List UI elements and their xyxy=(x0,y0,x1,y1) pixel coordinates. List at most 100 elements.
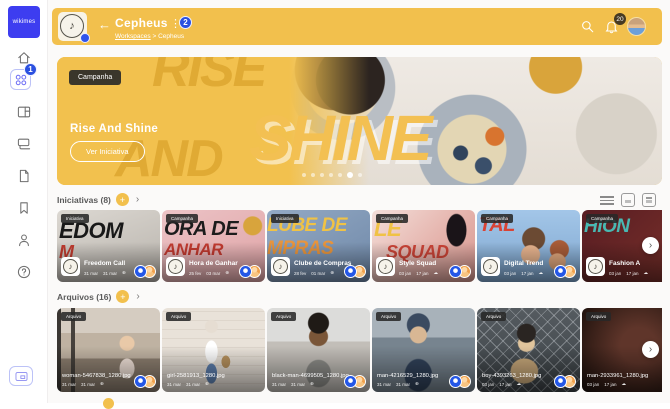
visibility-icon: ☁ xyxy=(644,270,649,276)
file-name: girl-2581913_1280.jpg xyxy=(167,373,225,379)
card-type-badge: Arquivo xyxy=(586,312,611,321)
initiative-card[interactable]: EDOM M Iniciativa ♪ Freedom Call 31 mar3… xyxy=(57,210,160,282)
initiatives-expand-chevron-icon[interactable]: › xyxy=(136,194,139,205)
pagination-dot xyxy=(103,398,114,409)
initiative-dates: 03 jan17 jan☁ xyxy=(504,270,543,276)
document-icon xyxy=(16,168,32,184)
hero-banner[interactable]: RISE AND SHINE Campanha Rise And Shine V… xyxy=(57,57,662,185)
file-dates: 31 mar31 mar⊕ xyxy=(62,381,104,387)
visibility-icon: ⊕ xyxy=(415,381,419,387)
top-header: ♪ ← Cepheus ⋮ 2 Workspaces > Cepheus 20 xyxy=(52,8,662,45)
card-type-badge: Arquivo xyxy=(481,312,506,321)
carousel-dot[interactable] xyxy=(329,173,333,177)
hero-watermark-rise: RISE xyxy=(152,57,265,99)
profile-icon xyxy=(16,232,32,248)
initiative-card[interactable]: LE SQUAD Campanha ♪ Style Squad 03 jan17… xyxy=(372,210,475,282)
card-type-badge: Campanha xyxy=(586,214,618,223)
card-type-badge: Arquivo xyxy=(61,312,86,321)
card-type-badge: Iniciativa xyxy=(61,214,89,223)
carousel-dot[interactable] xyxy=(311,173,315,177)
user-avatar[interactable] xyxy=(627,17,646,36)
sidebar-item-profile[interactable] xyxy=(13,229,35,251)
breadcrumb-current: Cepheus xyxy=(158,33,184,40)
card-type-badge: Campanha xyxy=(481,214,513,223)
file-card[interactable]: Arquivo black-man-4699505_1280.jpg 31 ma… xyxy=(267,308,370,392)
detail-view-icon[interactable] xyxy=(642,193,656,207)
add-initiative-button[interactable]: + xyxy=(116,193,129,206)
files-next-button[interactable]: › xyxy=(642,341,659,358)
card-view-icon[interactable] xyxy=(621,193,635,207)
sidebar: wikimes 1 xyxy=(0,0,48,403)
bookmark-icon xyxy=(16,200,32,216)
search-icon[interactable] xyxy=(580,19,596,35)
add-file-button[interactable]: + xyxy=(116,290,129,303)
file-dates: 03 jan17 jan☁ xyxy=(587,381,626,387)
visibility-icon: ⊕ xyxy=(225,270,229,276)
member-avatars xyxy=(554,375,576,388)
card-type-badge: Arquivo xyxy=(166,312,191,321)
avatar xyxy=(239,265,252,278)
file-name: man-2933961_1280.jpg xyxy=(587,373,648,379)
file-name: man-4216529_1280.jpg xyxy=(377,373,438,379)
back-arrow-icon[interactable]: ← xyxy=(98,17,111,32)
visibility-icon: ⊕ xyxy=(122,270,126,276)
carousel-dot[interactable] xyxy=(302,173,306,177)
carousel-dot[interactable] xyxy=(338,173,342,177)
stack-icon xyxy=(16,136,32,152)
sidebar-item-documents[interactable] xyxy=(13,165,35,187)
visibility-icon: ⊕ xyxy=(100,381,104,387)
view-initiative-button[interactable]: Ver Iniciativa xyxy=(70,141,145,162)
files-expand-chevron-icon[interactable]: › xyxy=(136,291,139,302)
list-view-icon[interactable] xyxy=(600,194,614,206)
workspace-emblem-icon: ♪ xyxy=(376,257,395,276)
initiatives-next-button[interactable]: › xyxy=(642,237,659,254)
breadcrumb-workspaces-link[interactable]: Workspaces xyxy=(115,33,151,40)
initiatives-section-header: Iniciativas (8) + › xyxy=(57,193,139,206)
sidebar-item-boards[interactable] xyxy=(13,101,35,123)
sidebar-item-inbox[interactable] xyxy=(13,133,35,155)
member-avatars xyxy=(239,265,261,278)
workspace-emblem-icon: ♪ xyxy=(586,257,605,276)
sidebar-item-help[interactable] xyxy=(13,261,35,283)
carousel-dot[interactable] xyxy=(320,173,324,177)
widget-icon xyxy=(15,371,28,382)
file-name: black-man-4699505_1280.jpg xyxy=(272,373,349,379)
visibility-icon: ☁ xyxy=(517,381,522,387)
initiative-title: Fashion A xyxy=(609,260,640,267)
workspace-logo[interactable]: ♪ xyxy=(58,12,87,41)
help-icon xyxy=(16,264,32,280)
member-avatars xyxy=(134,265,156,278)
file-dates: 31 mar31 mar⊕ xyxy=(377,381,419,387)
member-avatars xyxy=(449,375,471,388)
main-content: RISE AND SHINE Campanha Rise And Shine V… xyxy=(48,0,670,403)
sidebar-item-bookmarks[interactable] xyxy=(13,197,35,219)
avatar xyxy=(134,375,147,388)
file-card[interactable]: Arquivo boy-4393263_1280.jpg 03 jan17 ja… xyxy=(477,308,580,392)
initiative-card[interactable]: LUBE DE MPRAS Iniciativa ♪ Clube de Comp… xyxy=(267,210,370,282)
workspace-emblem-icon: ♪ xyxy=(271,257,290,276)
annotation-marker-2: 2 xyxy=(179,16,192,29)
breadcrumb-separator: > xyxy=(152,33,156,40)
carousel-dots[interactable] xyxy=(302,172,362,178)
files-section-header: Arquivos (16) + › xyxy=(57,290,140,303)
card-type-badge: Iniciativa xyxy=(271,214,299,223)
member-avatars xyxy=(344,375,366,388)
file-card[interactable]: Arquivo man-4216529_1280.jpg 31 mar31 ma… xyxy=(372,308,475,392)
file-dates: 31 mar31 mar⊕ xyxy=(272,381,314,387)
file-dates: 31 mar31 mar⊕ xyxy=(167,381,209,387)
carousel-dot-active[interactable] xyxy=(347,172,353,178)
initiative-card[interactable]: ORA DE ANHAR Campanha ♪ Hora de Ganhar 2… xyxy=(162,210,265,282)
visibility-icon: ⊕ xyxy=(330,270,334,276)
member-avatars xyxy=(554,265,576,278)
files-title: Arquivos (16) xyxy=(57,292,111,302)
visibility-icon: ⊕ xyxy=(310,381,314,387)
carousel-dot[interactable] xyxy=(358,173,362,177)
file-card[interactable]: Arquivo woman-5467838_1280.jpg 31 mar31 … xyxy=(57,308,160,392)
initiative-title: Hora de Ganhar xyxy=(189,260,238,267)
campaign-badge: Campanha xyxy=(69,70,121,85)
initiative-card[interactable]: TAL Campanha ♪ Digital Trend 03 jan17 ja… xyxy=(477,210,580,282)
wikimes-logo[interactable]: wikimes xyxy=(8,6,40,38)
sidebar-widget-button[interactable] xyxy=(9,366,33,386)
file-card[interactable]: Arquivo girl-2581913_1280.jpg 31 mar31 m… xyxy=(162,308,265,392)
logo-status-dot xyxy=(80,33,90,43)
